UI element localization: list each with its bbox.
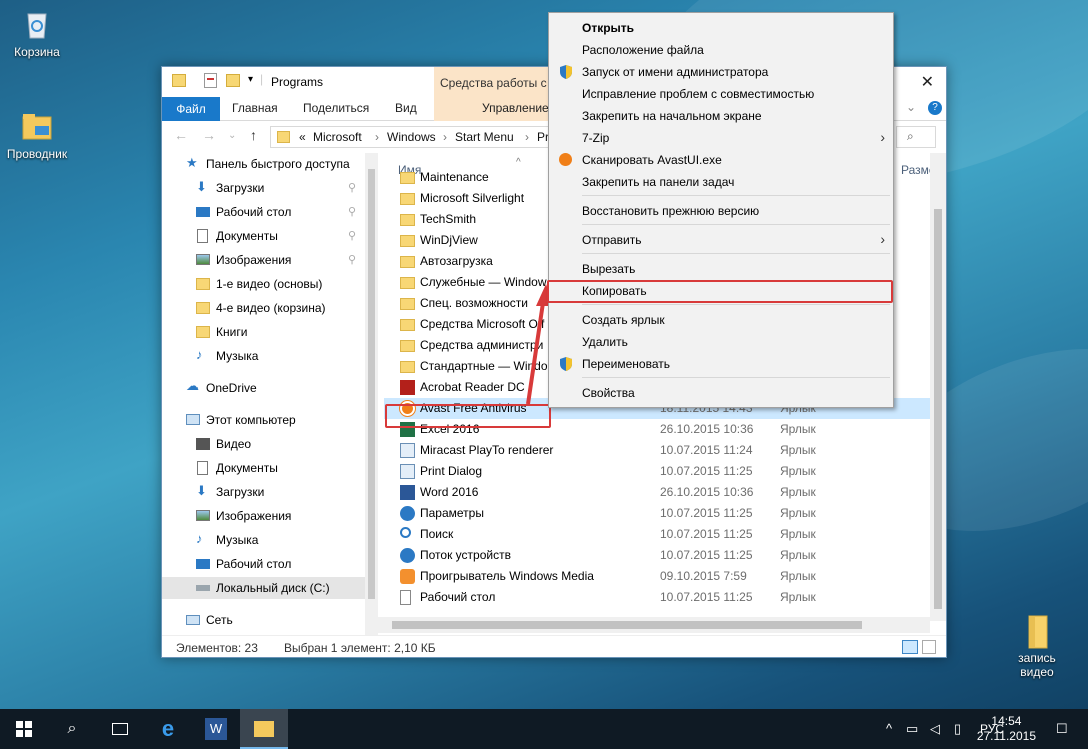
menu-item[interactable]: Запуск от имени администратора (549, 61, 893, 83)
menu-item-label: Открыть (582, 21, 635, 35)
notifications-icon[interactable]: ☐ (1056, 721, 1068, 737)
taskbar-edge[interactable]: e (144, 709, 192, 749)
volume-icon[interactable]: ◁ (930, 721, 940, 737)
menu-separator (582, 304, 890, 305)
edge-icon: e (161, 716, 175, 741)
menu-item-label: Расположение файла (582, 43, 704, 57)
menu-item-label: Закрепить на панели задач (582, 175, 735, 189)
menu-item[interactable]: Восстановить прежнюю версию (549, 200, 893, 222)
menu-item[interactable]: 7-Zip › (549, 127, 893, 149)
folder-icon (254, 721, 274, 737)
menu-item[interactable]: Закрепить на начальном экране (549, 105, 893, 127)
submenu-chevron-icon: › (880, 231, 885, 247)
menu-item-label: 7-Zip (582, 131, 610, 145)
menu-item[interactable]: Расположение файла (549, 39, 893, 61)
menu-item[interactable]: Свойства (549, 382, 893, 404)
submenu-chevron-icon: › (880, 129, 885, 145)
menu-item[interactable]: Создать ярлык (549, 309, 893, 331)
menu-item-label: Отправить (582, 233, 642, 247)
taskbar-explorer[interactable] (240, 709, 288, 749)
uac-shield-icon (558, 64, 574, 80)
menu-item-label: Вырезать (582, 262, 636, 276)
tray-chevron-icon[interactable]: ^ (886, 721, 892, 736)
clock-time: 14:54 (991, 714, 1022, 728)
menu-item-label: Запуск от имени администратора (582, 65, 769, 79)
clock[interactable]: 14:54 27.11.2015 (977, 714, 1036, 744)
clock-date: 27.11.2015 (976, 729, 1036, 743)
menu-separator (582, 224, 890, 225)
task-view-icon (112, 723, 128, 735)
highlight-box-copy (547, 280, 893, 303)
menu-item-label: Восстановить прежнюю версию (582, 204, 760, 218)
menu-item-label: Удалить (582, 335, 628, 349)
context-menu: Открыть Расположение файла Запуск от имени… (548, 12, 894, 408)
task-view-button[interactable] (96, 709, 144, 749)
menu-item[interactable]: Вырезать (549, 258, 893, 280)
avast-icon (559, 153, 572, 166)
battery-icon[interactable]: ▯ (954, 721, 961, 737)
menu-separator (582, 195, 890, 196)
uac-shield-icon (558, 356, 574, 372)
menu-item[interactable]: Закрепить на панели задач (549, 171, 893, 193)
word-icon: W (205, 718, 227, 740)
windows-logo-icon (16, 721, 32, 737)
menu-item[interactable]: Сканировать AvastUI.exe (549, 149, 893, 171)
menu-item[interactable]: Отправить › (549, 229, 893, 251)
menu-item[interactable]: Удалить (549, 331, 893, 353)
menu-item[interactable]: Переименовать (549, 353, 893, 375)
start-button[interactable] (0, 709, 48, 749)
menu-item-label: Закрепить на начальном экране (582, 109, 762, 123)
menu-item-label: Создать ярлык (582, 313, 665, 327)
menu-item[interactable]: Открыть (549, 17, 893, 39)
menu-separator (582, 253, 890, 254)
menu-item-label: Исправление проблем с совместимостью (582, 87, 815, 101)
menu-item[interactable]: Исправление проблем с совместимостью (549, 83, 893, 105)
network-icon[interactable]: ▭ (906, 721, 918, 737)
menu-item-label: Сканировать AvastUI.exe (582, 153, 722, 167)
search-icon: ⌕ (67, 720, 77, 737)
menu-separator (582, 377, 890, 378)
annotation-arrow (526, 284, 554, 405)
menu-item-label: Свойства (582, 386, 635, 400)
taskbar-word[interactable]: W (192, 709, 240, 749)
menu-item-label: Переименовать (582, 357, 670, 371)
search-button[interactable]: ⌕ (48, 709, 96, 749)
taskbar: ⌕ e W ^ ▭ ◁ ▯ РУС 14:54 27.11.2015 ☐ (0, 709, 1088, 749)
